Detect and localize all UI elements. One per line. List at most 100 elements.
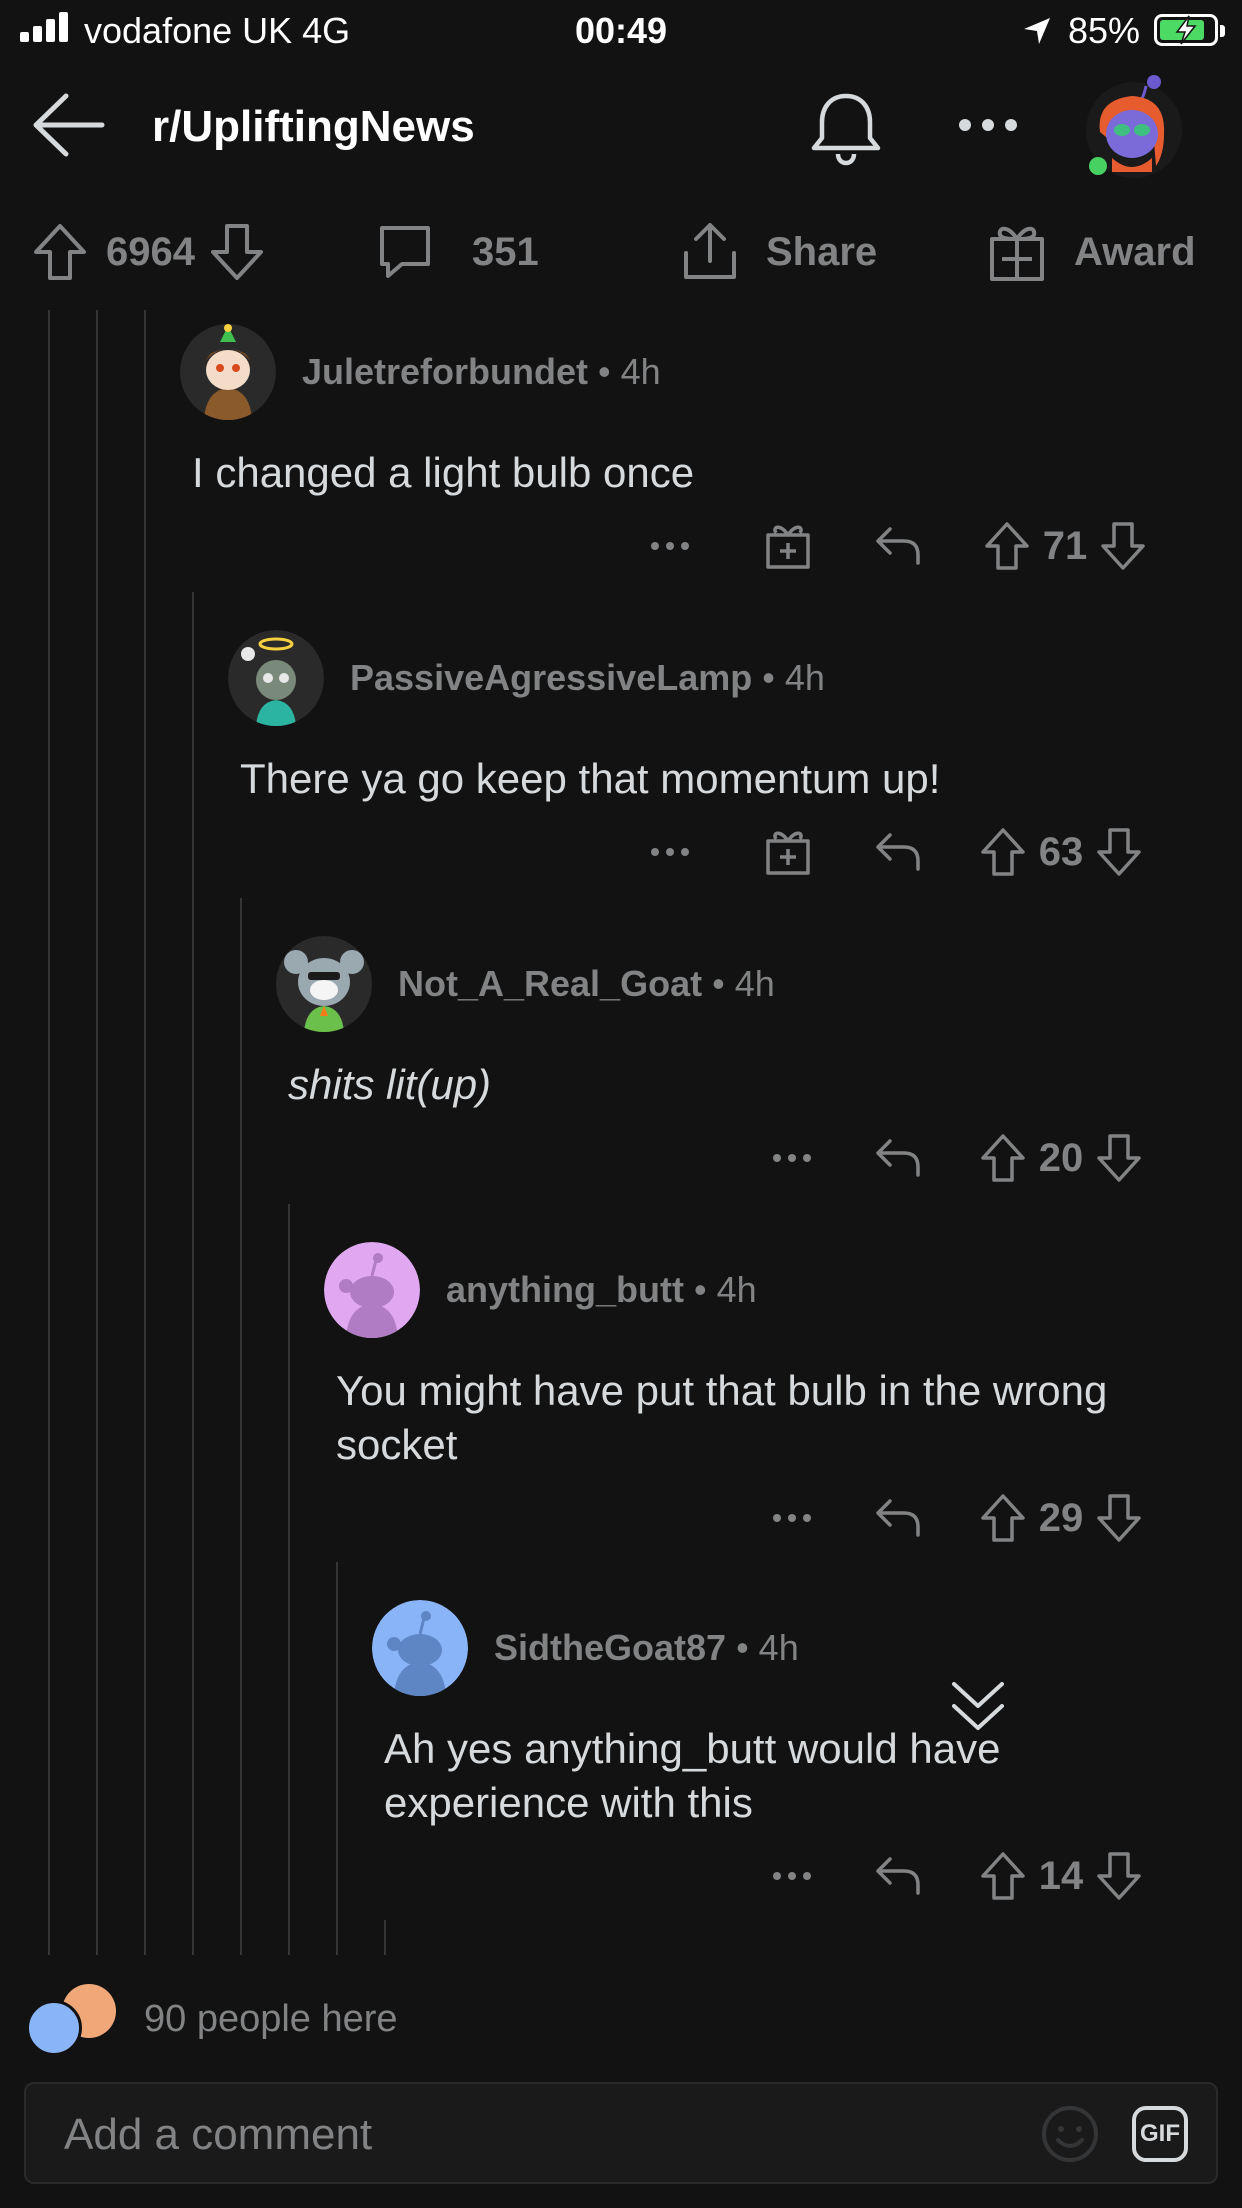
share-icon [684,223,736,279]
downvote-icon[interactable] [209,222,265,282]
comment-time: 4h [734,963,775,1004]
comment-score: 29 [1038,1495,1084,1540]
location-arrow-icon [1024,18,1050,44]
upvote-icon[interactable] [980,827,1026,877]
comment-body: There ya go keep that momentum up! [240,755,941,802]
top-nav-bar: r/UpliftingNews [0,62,1242,190]
upvote-icon[interactable] [980,1493,1026,1543]
comment-score: 63 [1038,829,1084,874]
comment-time: 4h [758,1627,799,1668]
comment-thread: Juletreforbundet • 4h I changed a light … [0,310,1242,1955]
comment: PassiveAgressiveLamp • 4h There ya go ke… [228,630,1228,930]
comment-avatar[interactable] [228,630,324,726]
battery-icon [1154,14,1225,46]
comment-composer[interactable]: Add a comment GIF [24,2082,1218,2184]
chevron-double-down-icon[interactable] [950,1678,1006,1734]
status-bar: vodafone UK 4G 00:49 85% [0,0,1242,62]
comment-username[interactable]: Juletreforbundet [302,351,588,393]
comments-button[interactable]: 351 [376,210,539,294]
comment-avatar[interactable] [324,1242,420,1338]
thread-line[interactable] [96,310,98,1955]
thread-line[interactable] [240,898,242,1955]
presence-avatar [26,2000,82,2056]
comment-score: 14 [1038,1853,1084,1898]
award-button[interactable]: Award [988,210,1196,294]
comment-action-bar: 29 [772,1488,1142,1548]
separator-dot: • [598,351,611,392]
comment-icon [380,226,430,278]
comment: Juletreforbundet • 4h I changed a light … [180,324,1220,624]
more-options-icon[interactable] [650,541,690,551]
downvote-icon[interactable] [1100,521,1146,571]
comment-time: 4h [620,351,661,392]
comment-action-bar: 20 [772,1128,1142,1188]
more-options-icon[interactable] [772,1513,812,1523]
gift-icon[interactable] [764,827,812,877]
separator-dot: • [736,1627,749,1668]
comment-input-placeholder[interactable]: Add a comment [64,2110,372,2160]
comment-username[interactable]: PassiveAgressiveLamp [350,657,752,699]
post-score: 6964 [106,229,195,274]
more-options-icon[interactable] [772,1153,812,1163]
thread-line[interactable] [192,592,194,1955]
upvote-icon[interactable] [32,222,88,282]
comment-body: You might have put that bulb in the wron… [336,1367,1108,1468]
downvote-icon[interactable] [1096,1133,1142,1183]
reply-icon[interactable] [874,1855,922,1897]
downvote-icon[interactable] [1096,827,1142,877]
downvote-icon[interactable] [1096,1851,1142,1901]
emoji-icon[interactable] [1040,2104,1100,2164]
thread-line[interactable] [144,310,146,1955]
subreddit-title[interactable]: r/UpliftingNews [152,102,475,152]
comment-body: shits lit(up) [288,1061,492,1108]
thread-line[interactable] [336,1562,338,1955]
separator-dot: • [762,657,775,698]
share-button[interactable]: Share [680,210,877,294]
comment-username[interactable]: anything_butt [446,1269,684,1311]
upvote-icon[interactable] [984,521,1030,571]
presence-count: 90 people here [144,1998,398,2040]
vote-control: 6964 [32,210,265,294]
comment-score: 20 [1038,1135,1084,1180]
gift-icon[interactable] [764,521,812,571]
upvote-icon[interactable] [980,1133,1026,1183]
reply-icon[interactable] [874,525,922,567]
comment-body: Ah yes anything_butt would have experien… [384,1725,1001,1826]
ellipsis-icon[interactable] [958,118,1018,132]
reply-icon[interactable] [874,1137,922,1179]
comment: anything_butt • 4h You might have put th… [324,1242,1224,1582]
reply-icon[interactable] [874,1497,922,1539]
comment-score: 71 [1042,523,1088,568]
comment-action-bar: 14 [772,1846,1142,1906]
thread-line[interactable] [48,310,50,1955]
comment-count: 351 [472,229,539,274]
clock: 00:49 [574,10,668,51]
separator-dot: • [712,963,725,1004]
comment-username[interactable]: Not_A_Real_Goat [398,963,702,1005]
comment-time: 4h [716,1269,757,1310]
comment-action-bar: 71 [650,516,1146,576]
comment-body: I changed a light bulb once [192,449,695,496]
comment-username[interactable]: SidtheGoat87 [494,1627,726,1669]
thread-line[interactable] [288,1204,290,1955]
comment-avatar[interactable] [372,1600,468,1696]
comment-avatar[interactable] [276,936,372,1032]
more-options-icon[interactable] [650,847,690,857]
comment-action-bar: 63 [650,822,1142,882]
bell-icon[interactable] [808,92,884,166]
comment-avatar[interactable] [180,324,276,420]
gif-button[interactable]: GIF [1132,2106,1188,2162]
upvote-icon[interactable] [980,1851,1026,1901]
back-arrow-icon[interactable] [30,92,106,158]
share-label: Share [766,229,878,274]
reply-icon[interactable] [874,831,922,873]
gift-icon [990,226,1044,281]
post-action-bar: 6964 351 Share Award [0,210,1242,294]
presence-bar: 90 people here [0,1960,1242,2080]
more-options-icon[interactable] [772,1871,812,1881]
separator-dot: • [693,1269,707,1310]
award-label: Award [1074,229,1196,274]
comment: SidtheGoat87 • 4h Ah yes anything_butt w… [372,1600,1232,1940]
user-avatar[interactable] [1082,72,1182,184]
downvote-icon[interactable] [1096,1493,1142,1543]
